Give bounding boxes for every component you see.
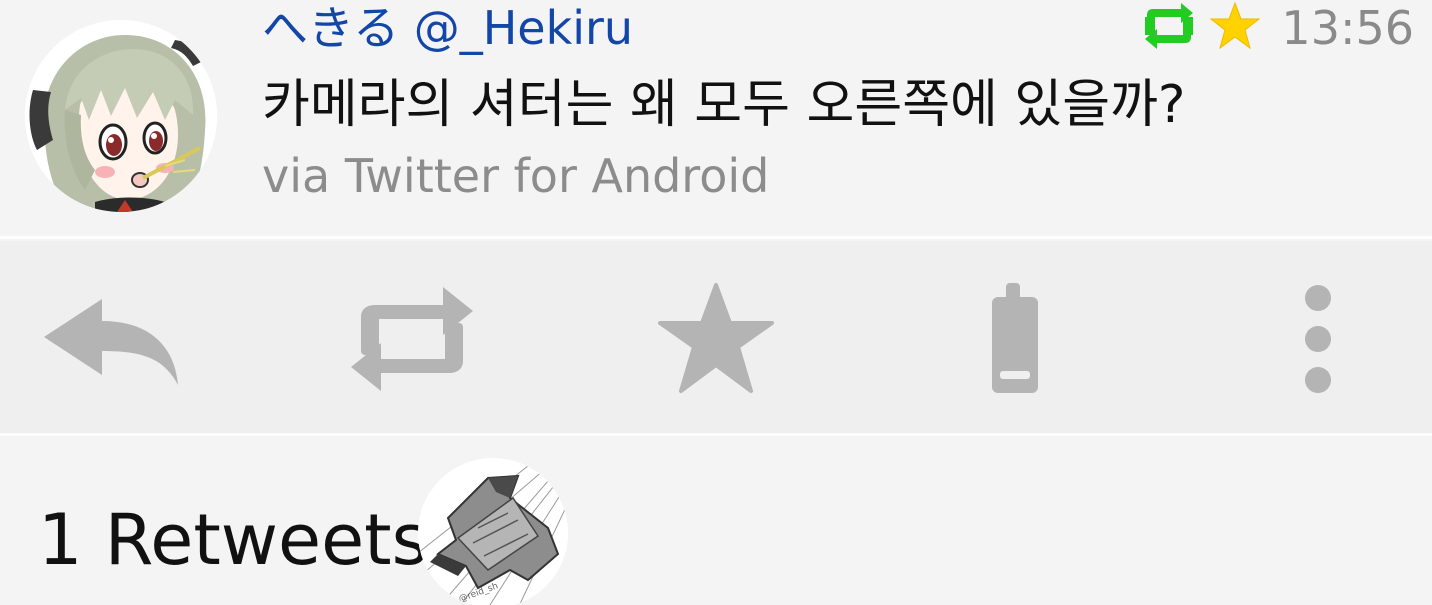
tweet-body-text: 카메라의 셔터는 왜 모두 오른쪽에 있을까?	[262, 75, 1186, 135]
tweet-action-bar	[0, 241, 1432, 433]
retweet-button[interactable]	[342, 279, 482, 399]
tweet-source-client: via Twitter for Android	[262, 149, 770, 203]
favorite-button[interactable]	[646, 279, 786, 399]
tweet-detail-screen: へきる @_Hekiru 13:56 카메라의 셔터는 왜 모두 오른쪽에 있을…	[0, 0, 1432, 605]
share-button[interactable]	[946, 279, 1086, 399]
more-options-button[interactable]	[1248, 279, 1388, 399]
tweet-header: へきる @_Hekiru 13:56 카메라의 셔터는 왜 모두 오른쪽에 있을…	[0, 0, 1432, 236]
anime-girl-avatar-image	[25, 20, 217, 212]
author-name-handle[interactable]: へきる @_Hekiru	[262, 0, 633, 58]
retweets-row[interactable]: 1 Retweets @reid_sh	[0, 436, 1432, 605]
tweet-timestamp: 13:56	[1281, 1, 1414, 55]
retweet-count-label: 1 Retweets	[38, 499, 429, 581]
favorite-star-icon	[658, 283, 774, 393]
reply-icon	[44, 299, 178, 385]
divider	[0, 236, 1432, 239]
jet-sketch-avatar-image: @reid_sh	[418, 458, 568, 605]
tweet-meta: 13:56	[1141, 0, 1414, 58]
phone-share-icon	[992, 283, 1038, 393]
more-vertical-icon	[1305, 285, 1331, 393]
reply-button[interactable]	[40, 279, 180, 399]
favorited-star-icon	[1209, 1, 1261, 55]
retweeter-avatar[interactable]: @reid_sh	[418, 458, 568, 605]
retweeted-icon	[1141, 3, 1197, 53]
author-avatar[interactable]	[25, 20, 217, 212]
retweet-icon	[351, 287, 473, 391]
